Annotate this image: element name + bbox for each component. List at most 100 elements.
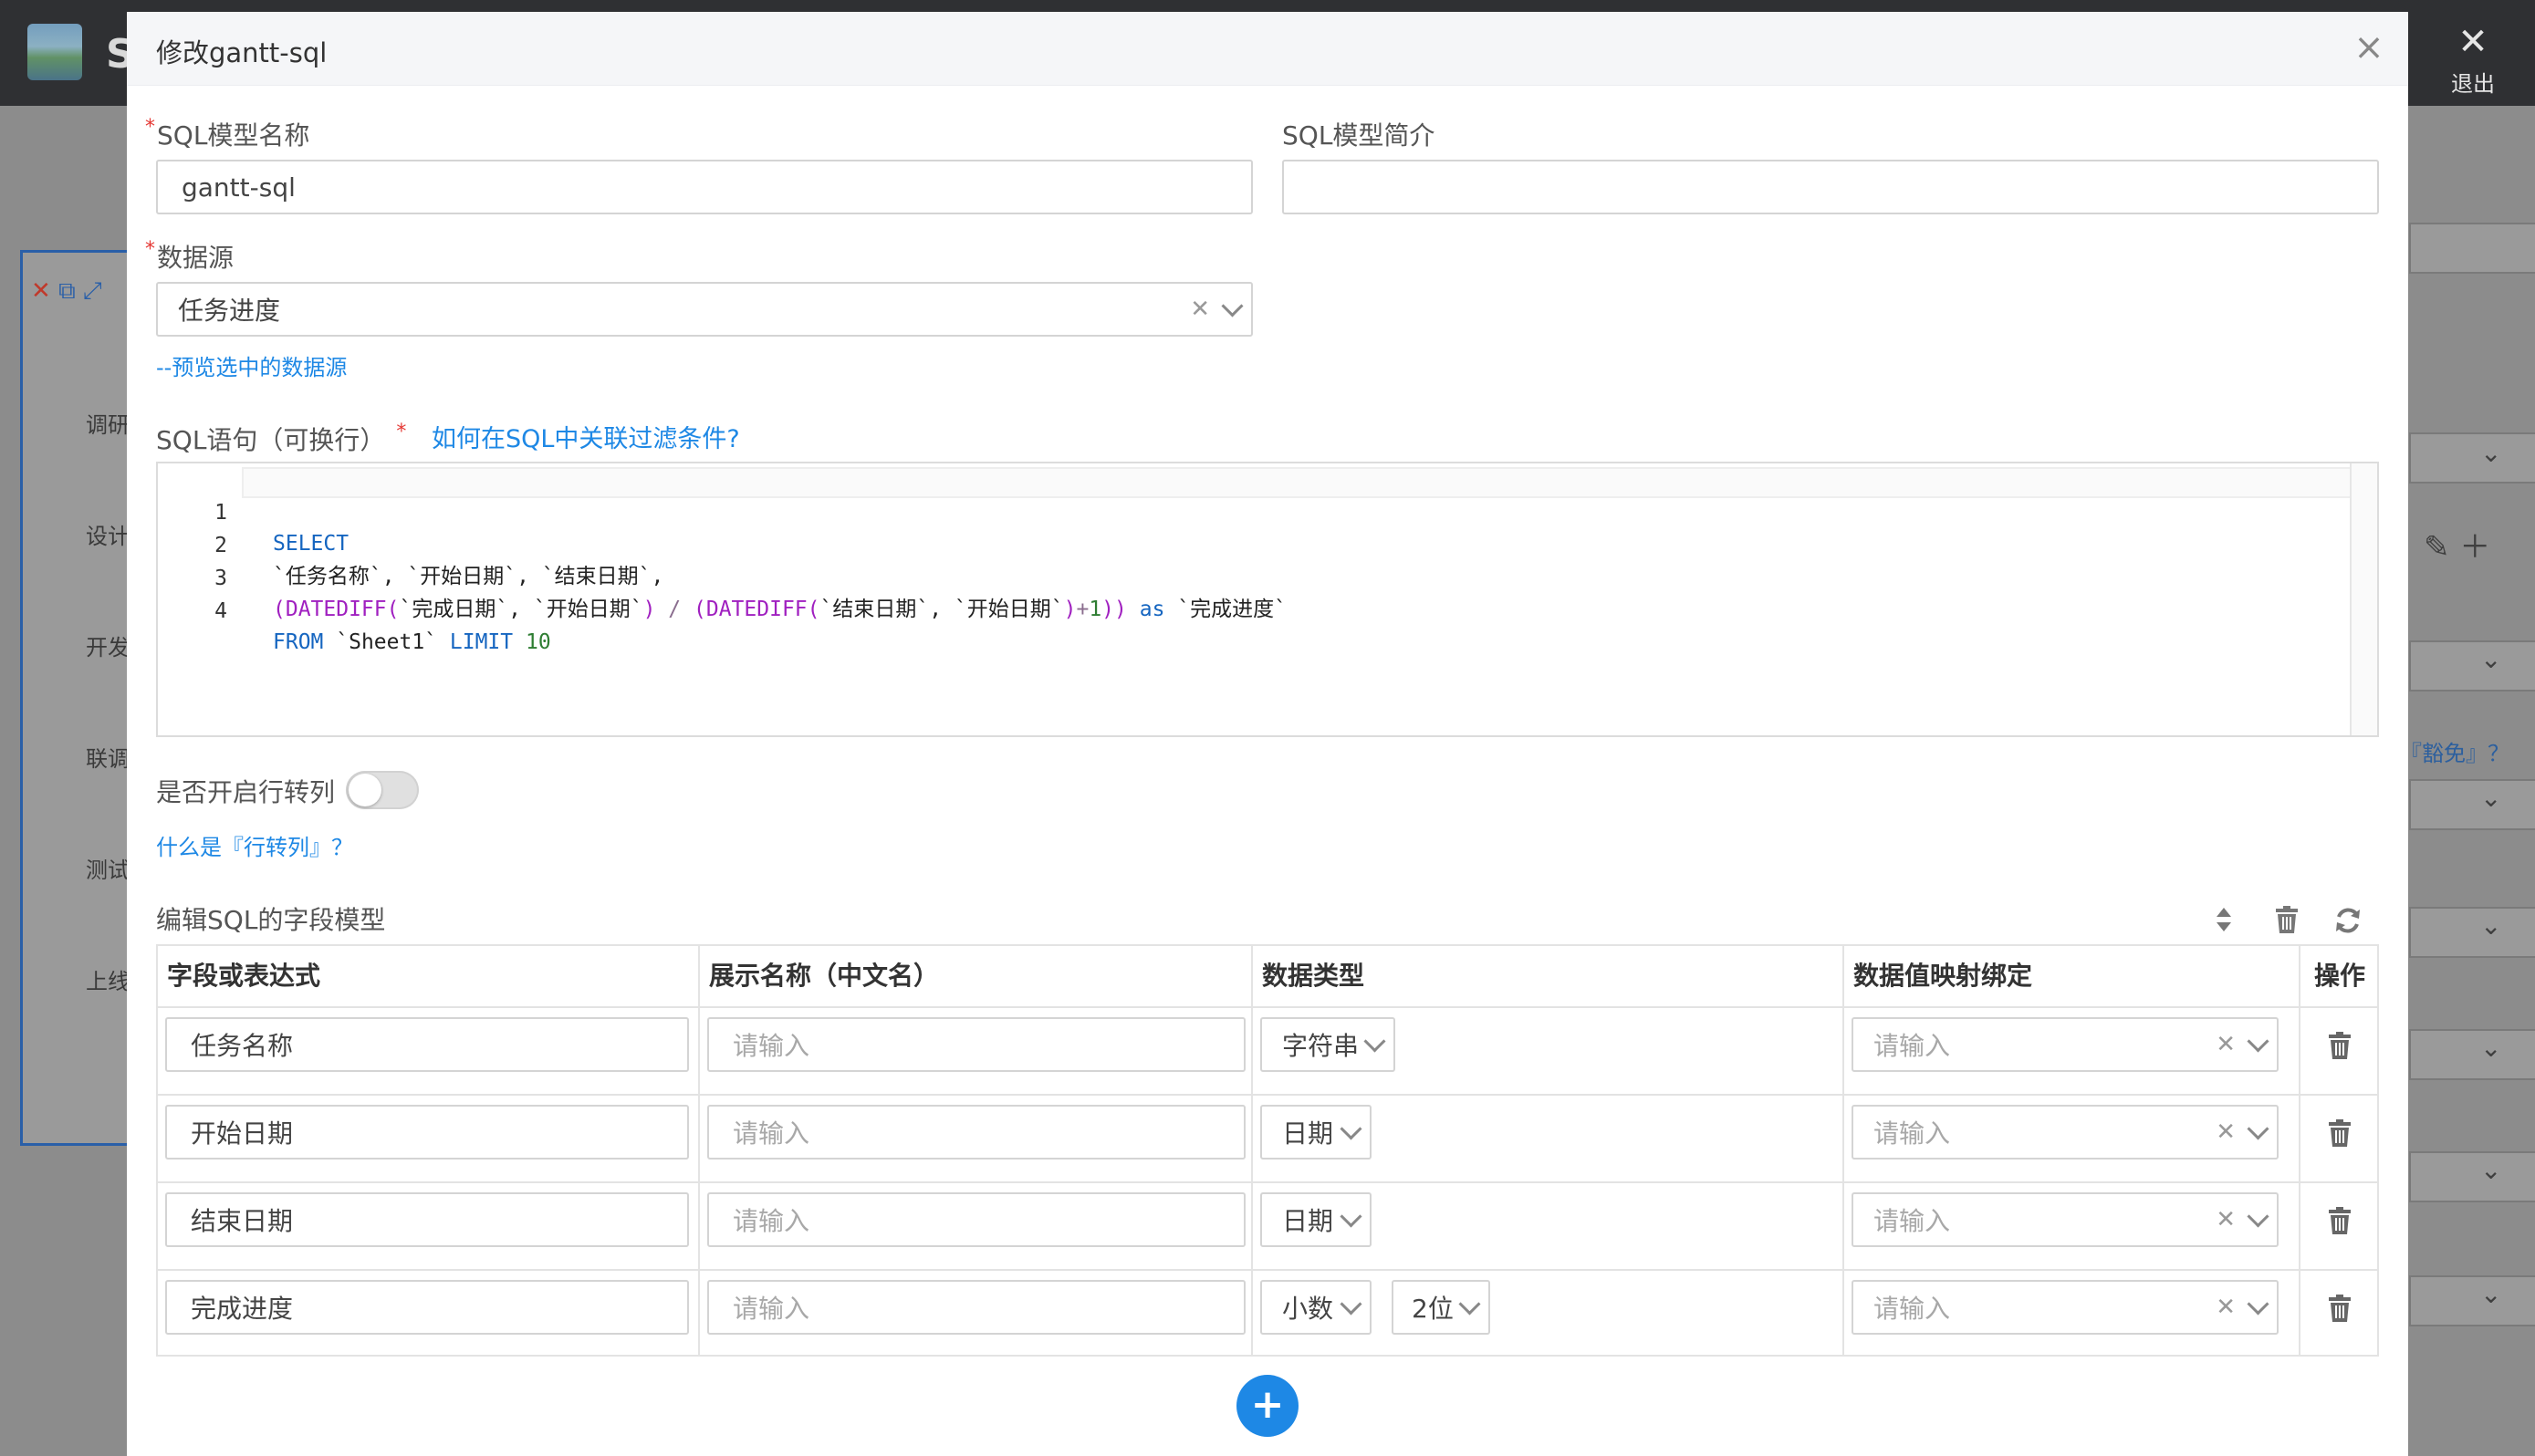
clear-icon[interactable]: ✕ xyxy=(2216,1118,2236,1146)
field-expression-input[interactable]: 开始日期 xyxy=(165,1105,689,1160)
side-item-2: 开发 xyxy=(86,635,130,660)
field-expression-input[interactable]: 结束日期 xyxy=(165,1192,689,1247)
refresh-icon[interactable] xyxy=(2333,906,2363,942)
sql-label-text: SQL语句（可换行） xyxy=(156,425,386,455)
panel-toolbar-icons: ✕ ⧉ ⤢ xyxy=(31,277,102,305)
close-icon[interactable]: × xyxy=(2346,25,2392,70)
chevron-down-icon xyxy=(1340,1292,1362,1316)
chevron-down-icon xyxy=(2247,1029,2269,1053)
column-header: 数据类型 xyxy=(1262,961,1365,991)
display-name-input[interactable]: 请输入 xyxy=(707,1280,1246,1335)
desc-label: SQL模型简介 xyxy=(1282,120,1435,151)
data-type-select[interactable]: 日期 xyxy=(1260,1192,1372,1247)
delete-row-trash-icon[interactable] xyxy=(2328,1207,2351,1234)
sql-help-link[interactable]: 如何在SQL中关联过滤条件? xyxy=(432,419,740,454)
field-expression-value: 结束日期 xyxy=(191,1206,294,1236)
precision-select[interactable]: 2位 xyxy=(1392,1280,1490,1335)
bg-select xyxy=(2409,1275,2535,1326)
bg-select xyxy=(2409,907,2535,958)
display-name-input[interactable]: 请输入 xyxy=(707,1192,1246,1247)
dialog-title: 修改gantt-sql xyxy=(156,37,328,68)
exit-button[interactable]: ✕ 退出 xyxy=(2444,24,2502,98)
clear-icon[interactable]: ✕ xyxy=(2216,1294,2236,1321)
display-name-input[interactable]: 请输入 xyxy=(707,1017,1246,1072)
chevron-down-icon xyxy=(1221,294,1244,317)
name-input[interactable]: gantt-sql xyxy=(156,160,1253,214)
toggle-knob xyxy=(349,774,381,806)
display-name-input[interactable]: 请输入 xyxy=(707,1105,1246,1160)
chevron-down-icon xyxy=(2247,1117,2269,1140)
code-line: 4 FROM `Sheet1` LIMIT 10 xyxy=(158,565,2377,654)
value-mapping-select[interactable]: 请输入 ✕ xyxy=(1852,1017,2279,1072)
required-mark: * xyxy=(145,238,155,261)
name-input-value: gantt-sql xyxy=(182,172,296,203)
side-item-0: 调研 xyxy=(86,412,130,438)
trash-icon[interactable] xyxy=(2275,906,2299,941)
code-text: (DATEDIFF(`完成日期`, `开始日期`) / (DATEDIFF(`结… xyxy=(273,598,1287,621)
delete-row-trash-icon[interactable] xyxy=(2328,1295,2351,1322)
input-placeholder: 请输入 xyxy=(733,1294,810,1324)
bg-edit-add-icons: ✎ ＋ xyxy=(2424,529,2491,566)
data-type-value: 日期 xyxy=(1282,1206,1334,1236)
chevron-down-icon xyxy=(2247,1292,2269,1316)
data-type-value: 字符串 xyxy=(1282,1031,1360,1061)
data-type-select[interactable]: 字符串 xyxy=(1260,1017,1395,1072)
field-expression-input[interactable]: 任务名称 xyxy=(165,1017,689,1072)
pivot-help-link[interactable]: 什么是『行转列』？ xyxy=(156,829,353,861)
add-field-button[interactable]: + xyxy=(1236,1375,1299,1437)
chevron-down-icon xyxy=(1340,1117,1362,1140)
chevron-down-icon xyxy=(1340,1204,1362,1228)
close-icon: ✕ xyxy=(2457,21,2488,63)
datasource-select-value: 任务进度 xyxy=(178,296,281,326)
delete-row-trash-icon[interactable] xyxy=(2328,1032,2351,1059)
field-expression-input[interactable]: 完成进度 xyxy=(165,1280,689,1335)
name-label: *SQL模型名称 xyxy=(145,116,309,152)
bg-select xyxy=(2409,1029,2535,1080)
input-placeholder: 请输入 xyxy=(1873,1118,1951,1149)
side-item-3: 联调 xyxy=(86,746,130,772)
desc-input[interactable] xyxy=(1282,160,2379,214)
field-expression-value: 任务名称 xyxy=(191,1031,294,1061)
column-header: 字段或表达式 xyxy=(167,961,321,991)
field-expression-value: 开始日期 xyxy=(191,1118,294,1149)
input-placeholder: 请输入 xyxy=(733,1031,810,1061)
bg-input xyxy=(2409,223,2535,274)
exit-label: 退出 xyxy=(2451,71,2495,97)
bg-select xyxy=(2409,1151,2535,1202)
field-expression-value: 完成进度 xyxy=(191,1294,294,1324)
bg-select xyxy=(2409,432,2535,484)
bg-chevron-down-icon: ⌄ xyxy=(2480,1279,2502,1309)
clear-icon[interactable]: ✕ xyxy=(2216,1031,2236,1058)
column-header: 操作 xyxy=(2313,961,2365,991)
clear-icon[interactable]: ✕ xyxy=(2216,1206,2236,1233)
chevron-down-icon xyxy=(1363,1029,1386,1053)
bg-chevron-down-icon: ⌄ xyxy=(2480,783,2502,813)
bg-select xyxy=(2409,779,2535,830)
data-type-value: 小数 xyxy=(1282,1294,1334,1324)
required-mark: * xyxy=(145,116,155,139)
field-model-table: 字段或表达式 展示名称（中文名） 数据类型 数据值映射绑定 操作 任务名称 请输… xyxy=(156,944,2379,1357)
value-mapping-select[interactable]: 请输入 ✕ xyxy=(1852,1105,2279,1160)
required-mark: * xyxy=(396,421,407,443)
preview-datasource-link[interactable]: --预览选中的数据源 xyxy=(156,349,347,381)
chevron-down-icon xyxy=(2247,1204,2269,1228)
code-line: 2 `任务名称`, `开始日期`, `结束日期`, xyxy=(158,499,2377,588)
code-line: 1 SELECT xyxy=(158,466,2377,556)
pivot-toggle[interactable] xyxy=(346,771,419,809)
value-mapping-select[interactable]: 请输入 ✕ xyxy=(1852,1192,2279,1247)
datasource-label: *数据源 xyxy=(145,238,234,275)
column-header: 展示名称（中文名） xyxy=(709,961,940,991)
delete-row-trash-icon[interactable] xyxy=(2328,1119,2351,1147)
data-type-select[interactable]: 小数 xyxy=(1260,1280,1372,1335)
sql-editor[interactable]: 1 SELECT 2 `任务名称`, `开始日期`, `结束日期`, 3 (DA… xyxy=(156,462,2379,737)
side-item-5: 上线 xyxy=(86,969,130,994)
data-type-value: 日期 xyxy=(1282,1118,1334,1149)
datasource-select[interactable]: 任务进度 ✕ xyxy=(156,282,1253,337)
value-mapping-select[interactable]: 请输入 ✕ xyxy=(1852,1280,2279,1335)
bg-chevron-down-icon: ⌄ xyxy=(2480,910,2502,941)
data-type-select[interactable]: 日期 xyxy=(1260,1105,1372,1160)
sort-icon[interactable] xyxy=(2215,906,2233,941)
input-placeholder: 请输入 xyxy=(1873,1294,1951,1324)
app-logo xyxy=(27,24,82,80)
clear-icon[interactable]: ✕ xyxy=(1190,296,1210,323)
